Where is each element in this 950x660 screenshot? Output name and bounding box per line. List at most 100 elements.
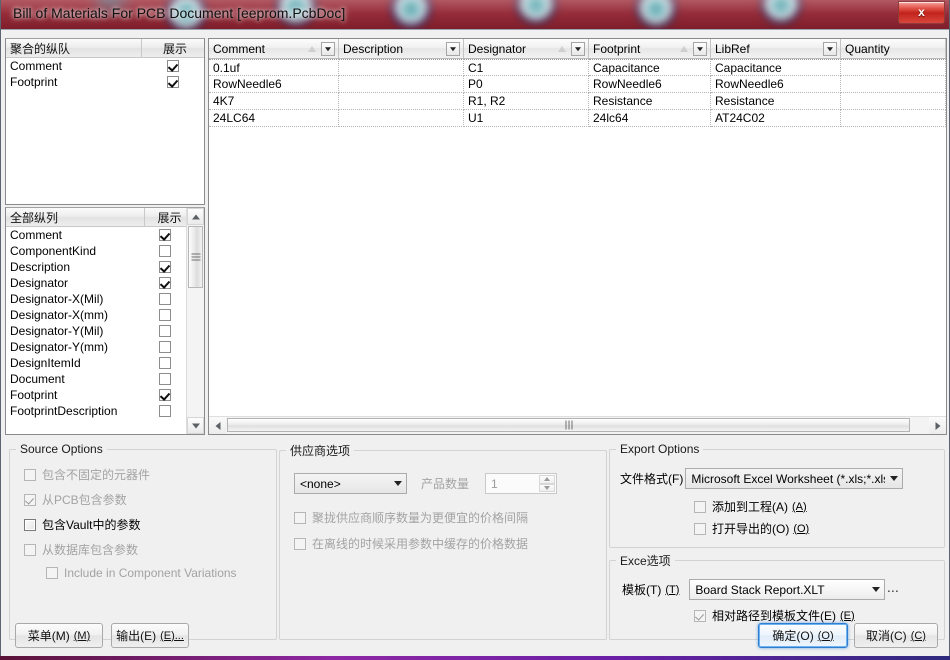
checkbox-icon[interactable]	[46, 567, 58, 579]
table-row[interactable]: 0.1uf C1 Capacitance Capacitance	[209, 59, 946, 76]
checkbox-icon[interactable]	[158, 341, 171, 353]
table-cell[interactable]	[339, 76, 464, 93]
scroll-left-button[interactable]	[209, 417, 226, 434]
table-row[interactable]: 24LC64 U1 24lc64 AT24C02	[209, 110, 946, 127]
table-cell[interactable]	[841, 59, 946, 76]
checkbox-icon[interactable]	[167, 60, 179, 72]
open-exported-checkbox[interactable]	[694, 522, 706, 535]
list-item-show-checkbox[interactable]	[142, 357, 187, 369]
list-item-show-checkbox[interactable]	[142, 293, 187, 305]
list-item[interactable]: Document	[6, 371, 187, 387]
source-option-row[interactable]: 从PCB包含参数	[24, 491, 127, 508]
grid-column-header[interactable]: Footprint	[589, 39, 711, 58]
export-button[interactable]: 输出(E) (E)...	[111, 623, 189, 648]
all-columns-list[interactable]: Comment ComponentKind Description Designato…	[6, 227, 187, 434]
offline-cached-price-checkbox[interactable]	[294, 537, 306, 550]
list-item[interactable]: DesignItemId	[6, 355, 187, 371]
list-item-show-checkbox[interactable]	[142, 261, 187, 273]
checkbox-icon[interactable]	[158, 293, 171, 305]
list-item-show-checkbox[interactable]	[142, 405, 187, 417]
stepper-down-icon[interactable]	[539, 483, 556, 492]
grid-column-header[interactable]: LibRef	[711, 39, 841, 58]
filter-dropdown-icon[interactable]	[823, 41, 837, 56]
source-option-row[interactable]: 从数据库包含参数	[24, 541, 138, 558]
list-item-show-checkbox[interactable]	[142, 309, 187, 321]
scroll-down-button[interactable]	[187, 417, 204, 434]
table-cell[interactable]: Capacitance	[711, 59, 841, 76]
scroll-up-button[interactable]	[187, 208, 204, 225]
table-cell[interactable]: RowNeedle6	[209, 76, 339, 93]
table-cell[interactable]: P0	[464, 76, 589, 93]
checkbox-icon[interactable]	[24, 468, 36, 481]
list-item[interactable]: Comment	[6, 227, 187, 243]
table-row[interactable]: RowNeedle6 P0 RowNeedle6 RowNeedle6	[209, 76, 946, 93]
supplier-select[interactable]: <none>	[294, 473, 407, 494]
close-icon[interactable]: x	[898, 1, 945, 24]
table-cell[interactable]	[339, 93, 464, 110]
grid-column-header[interactable]: Quantity	[841, 39, 946, 58]
filter-dropdown-icon[interactable]	[321, 41, 335, 56]
list-item[interactable]: FootprintDescription	[6, 403, 187, 419]
list-item[interactable]: ComponentKind	[6, 243, 187, 259]
product-quantity-stepper[interactable]: 1	[485, 473, 558, 494]
table-cell[interactable]	[339, 59, 464, 76]
scroll-right-button[interactable]	[929, 417, 946, 434]
list-item[interactable]: Footprint	[6, 387, 187, 403]
list-item[interactable]: Designator	[6, 275, 187, 291]
list-item-show-checkbox[interactable]	[142, 341, 187, 353]
checkbox-icon[interactable]	[158, 229, 171, 241]
checkbox-icon[interactable]	[158, 277, 171, 289]
bom-data-grid[interactable]: Comment Description Designator Footprint Lib…	[208, 38, 947, 435]
file-format-select[interactable]: Microsoft Excel Worksheet (*.xls;*.xlsx;…	[685, 468, 904, 489]
source-option-row[interactable]: Include in Component Variations	[46, 566, 237, 580]
scrollbar-thumb[interactable]	[188, 226, 203, 288]
cancel-button[interactable]: 取消(C) (C)	[854, 623, 938, 648]
filter-dropdown-icon[interactable]	[446, 41, 460, 56]
table-cell[interactable]: U1	[464, 110, 589, 127]
checkbox-icon[interactable]	[24, 493, 36, 506]
list-item-show-checkbox[interactable]	[142, 229, 187, 241]
checkbox-icon[interactable]	[158, 373, 171, 385]
filter-dropdown-icon[interactable]	[693, 41, 707, 56]
table-cell[interactable]: Resistance	[589, 93, 711, 110]
table-cell[interactable]: AT24C02	[711, 110, 841, 127]
checkbox-icon[interactable]	[167, 76, 179, 88]
list-item[interactable]: Designator-Y(Mil)	[6, 323, 187, 339]
aggregated-columns-list[interactable]: Comment Footprint	[6, 58, 204, 204]
add-to-project-checkbox[interactable]	[694, 500, 706, 513]
grid-header-row[interactable]: Comment Description Designator Footprint Lib…	[209, 39, 946, 59]
title-bar[interactable]: Bill of Materials For PCB Document [eepr…	[1, 0, 949, 30]
aggregate-supplier-order-checkbox[interactable]	[294, 511, 306, 524]
list-item-show-checkbox[interactable]	[142, 373, 187, 385]
table-cell[interactable]	[841, 93, 946, 110]
table-cell[interactable]: RowNeedle6	[589, 76, 711, 93]
checkbox-icon[interactable]	[158, 309, 171, 321]
hscroll-thumb[interactable]	[227, 418, 910, 432]
list-item-show-checkbox[interactable]	[142, 60, 204, 72]
list-item[interactable]: Designator-X(mm)	[6, 307, 187, 323]
table-cell[interactable]: C1	[464, 59, 589, 76]
table-cell[interactable]: R1, R2	[464, 93, 589, 110]
checkbox-icon[interactable]	[158, 245, 171, 257]
all-columns-scrollbar[interactable]	[186, 208, 204, 434]
template-select[interactable]: Board Stack Report.XLT	[689, 579, 886, 600]
table-cell[interactable]: RowNeedle6	[711, 76, 841, 93]
table-cell[interactable]: 24LC64	[209, 110, 339, 127]
source-option-row[interactable]: 包含不固定的元器件	[24, 466, 150, 483]
ok-button[interactable]: 确定(O) (O)	[758, 623, 848, 648]
checkbox-icon[interactable]	[158, 357, 171, 369]
menu-button[interactable]: 菜单(M) (M)	[15, 623, 103, 648]
checkbox-icon[interactable]	[24, 518, 36, 531]
stepper-buttons[interactable]	[539, 475, 556, 492]
list-item[interactable]: Footprint	[6, 74, 204, 90]
list-item[interactable]: Designator-Y(mm)	[6, 339, 187, 355]
table-row[interactable]: 4K7 R1, R2 Resistance Resistance	[209, 93, 946, 110]
hscroll-track[interactable]	[226, 417, 929, 434]
list-item[interactable]: Description	[6, 259, 187, 275]
checkbox-icon[interactable]	[24, 543, 36, 556]
table-cell[interactable]: 4K7	[209, 93, 339, 110]
table-cell[interactable]: Capacitance	[589, 59, 711, 76]
list-item-show-checkbox[interactable]	[142, 245, 187, 257]
table-cell[interactable]: Resistance	[711, 93, 841, 110]
grid-body[interactable]: 0.1uf C1 Capacitance Capacitance RowNeedle6 P…	[209, 59, 946, 127]
